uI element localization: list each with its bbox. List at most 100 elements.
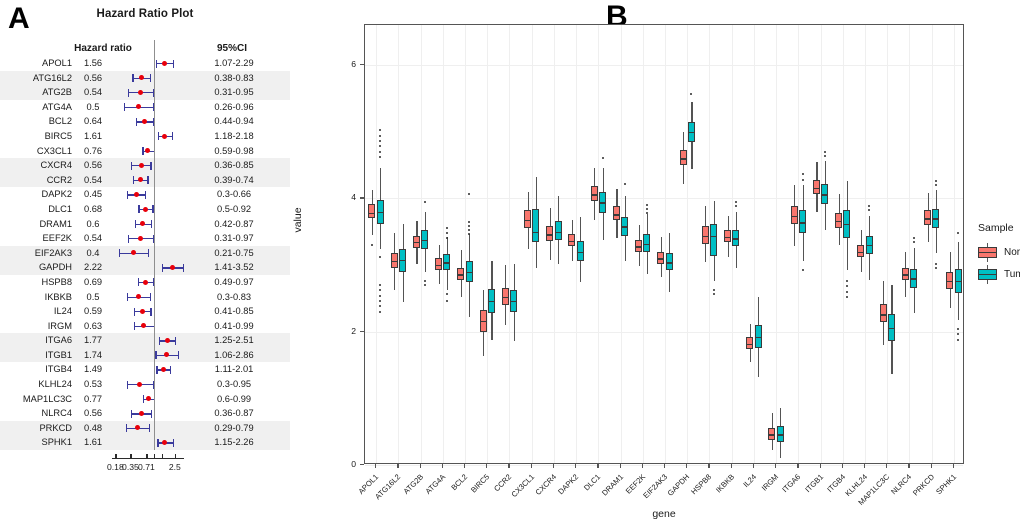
boxplot-whisker-upper xyxy=(735,211,738,231)
boxplot-median-line xyxy=(812,187,820,190)
forest-row-interval xyxy=(112,290,184,305)
boxplot-outlier xyxy=(801,173,804,176)
boxplot-outlier xyxy=(823,150,826,153)
figure-root: A Hazard Ratio Plot Hazard ratio 95%CI A… xyxy=(0,0,1020,528)
boxplot-whisker-lower xyxy=(860,257,863,272)
boxplot-whisker-lower xyxy=(646,251,649,275)
boxplot-median-line xyxy=(835,221,843,223)
hazard-ratio-point xyxy=(161,60,167,66)
boxplot-whisker-upper xyxy=(869,215,871,236)
boxplot-whisker-upper xyxy=(660,237,663,252)
boxplot-whisker-upper xyxy=(927,193,929,211)
forest-row: IRGM 0.63 0.41-0.99 xyxy=(0,319,290,334)
boxplot-whisker-upper xyxy=(571,219,574,235)
hazard-ratio-point xyxy=(137,177,143,183)
boxplot-whisker-lower xyxy=(958,293,960,320)
boxplot-y-tick-label: 4 xyxy=(351,192,356,203)
ci-cap-low xyxy=(138,278,140,287)
forest-row-gene: IRGM xyxy=(47,320,72,331)
boxplot-outlier xyxy=(468,221,471,224)
boxplot-outlier xyxy=(370,244,373,246)
forest-row-ci: 0.49-0.97 xyxy=(214,276,254,287)
forest-row-hazard-ratio: 0.4 xyxy=(86,247,100,258)
ci-cap-high xyxy=(150,409,153,418)
boxplot-gridline-h xyxy=(365,65,963,66)
boxplot-whisker-lower xyxy=(838,227,840,245)
boxplot-y-tick xyxy=(360,330,364,332)
boxplot-whisker-lower xyxy=(380,223,382,249)
forest-axis-tick-label: 0.71 xyxy=(138,462,155,473)
forest-row-interval xyxy=(112,187,184,202)
forest-row-gene: ITGB4 xyxy=(45,364,72,375)
boxplot-outlier xyxy=(379,310,382,313)
boxplot-y-tick xyxy=(360,64,364,66)
hazard-ratio-point xyxy=(164,337,170,343)
boxplot-whisker-upper xyxy=(935,190,938,209)
forest-row-gene: CCR2 xyxy=(46,174,72,185)
boxplot-whisker-lower xyxy=(594,201,596,220)
boxplot-whisker-upper xyxy=(749,323,751,337)
hazard-ratio-point xyxy=(142,206,148,212)
legend-item-normal[interactable]: Normal xyxy=(978,241,1020,263)
forest-row-ci: 1.06-2.86 xyxy=(214,349,254,360)
boxplot-whisker-lower xyxy=(483,331,485,356)
ci-cap-high xyxy=(148,424,151,433)
boxplot-outlier xyxy=(801,178,804,181)
ci-cap-low xyxy=(133,307,136,316)
forest-row: ITGB4 1.49 1.11-2.01 xyxy=(0,362,290,377)
forest-row-ci: 0.3-0.95 xyxy=(216,379,252,390)
boxplot-whisker-lower xyxy=(580,261,582,283)
boxplot-median-line xyxy=(568,241,576,243)
forest-row-gene: EEF2K xyxy=(42,233,72,244)
hazard-ratio-point xyxy=(130,250,136,256)
forest-row-hazard-ratio: 0.68 xyxy=(83,203,103,214)
boxplot-outlier xyxy=(468,229,471,232)
forest-row-interval xyxy=(112,275,184,290)
forest-row-interval xyxy=(112,260,184,275)
ci-cap-high xyxy=(169,365,172,374)
ci-cap-high xyxy=(172,438,174,447)
boxplot-median-line xyxy=(843,223,851,226)
forest-row-hazard-ratio: 0.6 xyxy=(86,218,100,229)
boxplot-median-line xyxy=(768,434,776,436)
boxplot-whisker-upper xyxy=(824,161,826,184)
forest-row-ci: 0.41-0.85 xyxy=(214,306,254,317)
boxplot-outlier xyxy=(734,201,737,204)
boxplot-x-tick xyxy=(686,464,688,468)
boxplot-outlier xyxy=(690,93,693,96)
boxplot-outlier xyxy=(379,156,382,158)
boxplot-whisker-lower xyxy=(771,439,774,451)
ci-cap-low xyxy=(157,132,160,141)
boxplot-whisker-upper xyxy=(491,261,493,289)
forest-row-gene: ATG16L2 xyxy=(32,72,72,83)
boxplot-whisker-lower xyxy=(602,213,604,240)
ci-cap-high xyxy=(174,336,177,345)
boxplot-x-tick xyxy=(419,464,421,468)
ci-cap-high xyxy=(147,176,149,185)
forest-row-hazard-ratio: 0.77 xyxy=(83,393,103,404)
boxplot-outlier xyxy=(868,209,871,212)
legend-item-tumor[interactable]: Tumor xyxy=(978,263,1020,285)
boxplot-x-tick xyxy=(375,464,377,468)
boxplot-x-tick xyxy=(530,464,532,468)
boxplot-whisker-lower xyxy=(869,254,871,280)
boxplot-x-tick xyxy=(441,464,443,468)
forest-row-interval xyxy=(112,377,184,392)
forest-row: ATG2B 0.54 0.31-0.95 xyxy=(0,85,290,100)
forest-row-interval xyxy=(112,129,184,144)
boxplot-whisker-upper xyxy=(380,167,382,200)
forest-row-ci: 1.07-2.29 xyxy=(214,58,254,68)
boxplot-gridline-v xyxy=(776,25,778,463)
ci-cap-low xyxy=(131,161,133,170)
forest-row-interval xyxy=(112,435,184,450)
ci-cap-high xyxy=(150,161,152,170)
boxplot-outlier xyxy=(379,150,382,153)
hazard-ratio-point xyxy=(164,352,170,358)
boxplot-median-line xyxy=(665,262,673,264)
forest-row-ci: 0.31-0.95 xyxy=(214,87,254,98)
boxplot-gridline-v xyxy=(442,25,444,463)
forest-row: ATG16L2 0.56 0.38-0.83 xyxy=(0,70,290,86)
boxplot-outlier xyxy=(957,232,960,234)
boxplot-median-line xyxy=(376,211,384,214)
boxplot-whisker-lower xyxy=(558,239,560,264)
